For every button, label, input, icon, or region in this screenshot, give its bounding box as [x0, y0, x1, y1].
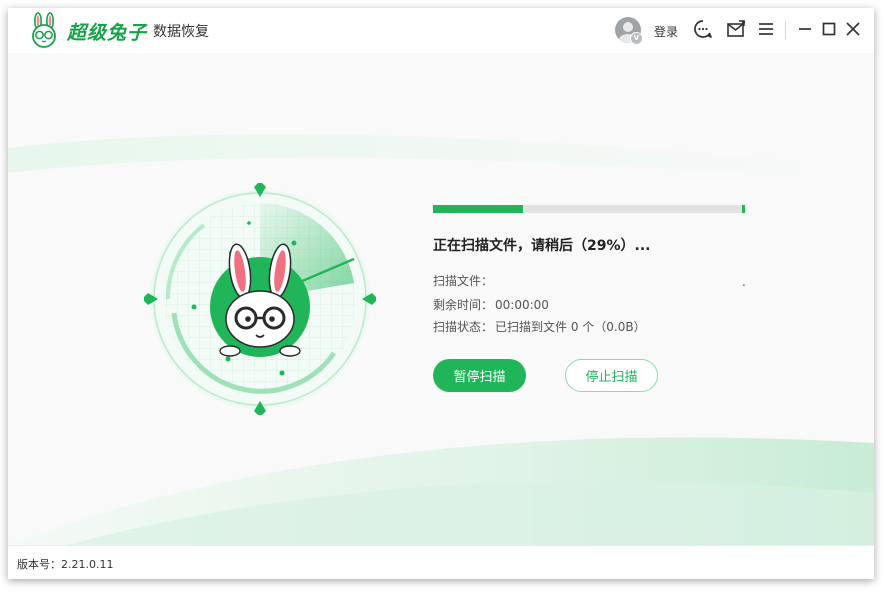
- menu-icon[interactable]: [755, 18, 777, 40]
- close-icon[interactable]: [842, 18, 864, 40]
- scan-progress-bar: [433, 205, 745, 213]
- scan-radar: [144, 183, 376, 415]
- title-bar: 超级兔子 数据恢复 V 登录: [8, 8, 874, 53]
- remaining-time-value: 00:00:00: [495, 298, 549, 312]
- vip-badge: V: [630, 32, 643, 45]
- remaining-time-label: 剩余时间：: [433, 298, 494, 312]
- status-bar: 版本号：2.21.0.11: [8, 545, 874, 579]
- scan-file-label: 扫描文件：: [433, 274, 494, 288]
- maximize-icon[interactable]: [818, 18, 840, 40]
- scan-panel: 正在扫描文件，请稍后（29%）... 扫描文件： . 剩余时间： 00:00:00…: [8, 53, 874, 545]
- stop-scan-button[interactable]: 停止扫描: [565, 359, 658, 392]
- version-label: 版本号：2.21.0.11: [17, 558, 114, 571]
- remaining-time-row: 剩余时间： 00:00:00: [433, 296, 549, 313]
- scan-file-row: 扫描文件：: [433, 272, 495, 289]
- minimize-icon[interactable]: [794, 18, 816, 40]
- message-icon[interactable]: [725, 18, 747, 40]
- brand-name: 超级兔子: [67, 22, 148, 44]
- pause-scan-button[interactable]: 暂停扫描: [433, 359, 526, 392]
- login-button[interactable]: 登录: [654, 23, 678, 40]
- rabbit-logo-icon: [32, 12, 56, 48]
- product-name: 数据恢复: [153, 24, 209, 40]
- scan-state-row: 扫描状态： 已扫描到文件 0 个（0.0B）: [433, 318, 646, 335]
- titlebar-divider: [785, 21, 786, 39]
- scan-state-value: 已扫描到文件 0 个（0.0B）: [495, 320, 646, 334]
- scan-status-title: 正在扫描文件，请稍后（29%）...: [433, 238, 651, 254]
- support-chat-icon[interactable]: [692, 18, 714, 40]
- app-window: 超级兔子 数据恢复 V 登录 正在扫描文件，请稍后（29%）... 扫描文件： …: [8, 8, 874, 579]
- scan-state-label: 扫描状态：: [433, 320, 494, 334]
- scan-progress-endcap: [742, 205, 745, 213]
- scan-file-trail: .: [742, 275, 746, 289]
- scan-progress-fill: [433, 205, 524, 213]
